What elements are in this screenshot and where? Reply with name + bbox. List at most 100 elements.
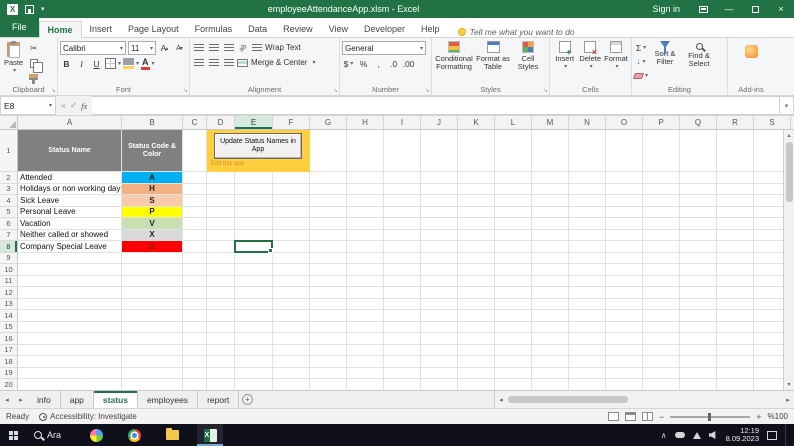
cell-E10[interactable]	[235, 264, 273, 276]
cell-R2[interactable]	[717, 172, 754, 184]
taskbar-clock[interactable]: 12:19 8.09.2023	[726, 426, 759, 444]
cell-E14[interactable]	[235, 310, 273, 322]
number-dialog-launcher[interactable]: ↘	[425, 87, 430, 94]
cell-N2[interactable]	[569, 172, 606, 184]
cell-G1[interactable]	[310, 130, 347, 172]
cell-F8[interactable]	[273, 241, 310, 253]
cell-L16[interactable]	[495, 333, 532, 345]
row-header-5[interactable]: 5	[0, 206, 18, 218]
cell-F14[interactable]	[273, 310, 310, 322]
minimize-button[interactable]: —	[716, 0, 742, 18]
vertical-scrollbar[interactable]: ▴ ▾	[783, 130, 794, 390]
cell-D10[interactable]	[207, 264, 235, 276]
update-status-names-button[interactable]: Update Status Names in App	[214, 133, 302, 159]
sheet-tab-status[interactable]: status	[93, 391, 138, 408]
cell-J9[interactable]	[421, 252, 458, 264]
cell-B7[interactable]: X	[122, 229, 183, 241]
cell-F16[interactable]	[273, 333, 310, 345]
cell-R9[interactable]	[717, 252, 754, 264]
font-name-combo[interactable]: Calibri ▾	[60, 41, 126, 55]
cell-B12[interactable]	[122, 287, 183, 299]
horizontal-scroll-track[interactable]	[507, 395, 782, 404]
increase-font-button[interactable]: A ▴	[158, 42, 171, 55]
tab-page-layout[interactable]: Page Layout	[120, 21, 187, 37]
excel-logo-icon[interactable]: X	[7, 3, 18, 15]
merge-center-button[interactable]: Merge & Center ▾	[237, 58, 315, 67]
cell-R11[interactable]	[717, 275, 754, 287]
cell-N7[interactable]	[569, 229, 606, 241]
cell-F3[interactable]	[273, 183, 310, 195]
cell-J5[interactable]	[421, 206, 458, 218]
row-header-13[interactable]: 13	[0, 298, 18, 310]
column-header-P[interactable]: P	[643, 116, 680, 129]
cell-R7[interactable]	[717, 229, 754, 241]
row-header-9[interactable]: 9	[0, 252, 18, 264]
cell-Q2[interactable]	[680, 172, 717, 184]
cell-N20[interactable]	[569, 379, 606, 390]
cell-C7[interactable]	[183, 229, 207, 241]
cell-J6[interactable]	[421, 218, 458, 230]
row-header-7[interactable]: 7	[0, 229, 18, 241]
cell-I14[interactable]	[384, 310, 421, 322]
cell-L13[interactable]	[495, 298, 532, 310]
cell-K5[interactable]	[458, 206, 495, 218]
cell-C17[interactable]	[183, 344, 207, 356]
cell-O7[interactable]	[606, 229, 643, 241]
cell-G17[interactable]	[310, 344, 347, 356]
cell-E5[interactable]	[235, 206, 273, 218]
cell-E4[interactable]	[235, 195, 273, 207]
cell-I10[interactable]	[384, 264, 421, 276]
cell-F13[interactable]	[273, 298, 310, 310]
cell-G7[interactable]	[310, 229, 347, 241]
cell-R10[interactable]	[717, 264, 754, 276]
cell-G10[interactable]	[310, 264, 347, 276]
maximize-button[interactable]	[742, 0, 768, 18]
cell-G2[interactable]	[310, 172, 347, 184]
cell-O20[interactable]	[606, 379, 643, 390]
cell-Q15[interactable]	[680, 321, 717, 333]
cell-F5[interactable]	[273, 206, 310, 218]
cell-B8[interactable]: G	[122, 241, 183, 253]
addins-button[interactable]	[743, 40, 760, 84]
cell-O5[interactable]	[606, 206, 643, 218]
cell-K20[interactable]	[458, 379, 495, 390]
cell-A18[interactable]	[18, 356, 122, 368]
cell-B3[interactable]: H	[122, 183, 183, 195]
cell-M15[interactable]	[532, 321, 569, 333]
cell-O4[interactable]	[606, 195, 643, 207]
align-bottom-button[interactable]	[222, 41, 235, 54]
cell-H13[interactable]	[347, 298, 384, 310]
cell-M3[interactable]	[532, 183, 569, 195]
styles-dialog-launcher[interactable]: ↘	[543, 87, 548, 94]
underline-button[interactable]: U	[90, 57, 103, 70]
sheet-tab-report[interactable]: report	[198, 391, 240, 408]
align-left-button[interactable]	[192, 56, 205, 69]
insert-function-button[interactable]: fx	[81, 101, 87, 111]
cell-A8[interactable]: Company Special Leave	[18, 241, 122, 253]
cell-N4[interactable]	[569, 195, 606, 207]
start-button[interactable]	[0, 424, 26, 446]
cell-Q1[interactable]	[680, 130, 717, 172]
cell-L15[interactable]	[495, 321, 532, 333]
cell-C3[interactable]	[183, 183, 207, 195]
cell-D3[interactable]	[207, 183, 235, 195]
column-header-S[interactable]: S	[754, 116, 791, 129]
cell-J3[interactable]	[421, 183, 458, 195]
cell-P6[interactable]	[643, 218, 680, 230]
scroll-right-icon[interactable]: ▸	[782, 396, 794, 404]
cell-J1[interactable]	[421, 130, 458, 172]
cell-K13[interactable]	[458, 298, 495, 310]
cell-M2[interactable]	[532, 172, 569, 184]
cell-H17[interactable]	[347, 344, 384, 356]
cell-M5[interactable]	[532, 206, 569, 218]
column-header-O[interactable]: O	[606, 116, 643, 129]
cell-P16[interactable]	[643, 333, 680, 345]
cell-B20[interactable]	[122, 379, 183, 390]
cell-A15[interactable]	[18, 321, 122, 333]
save-icon[interactable]	[25, 4, 34, 14]
cell-Q20[interactable]	[680, 379, 717, 390]
cell-C20[interactable]	[183, 379, 207, 390]
cell-Q17[interactable]	[680, 344, 717, 356]
cell-Q5[interactable]	[680, 206, 717, 218]
cell-K12[interactable]	[458, 287, 495, 299]
